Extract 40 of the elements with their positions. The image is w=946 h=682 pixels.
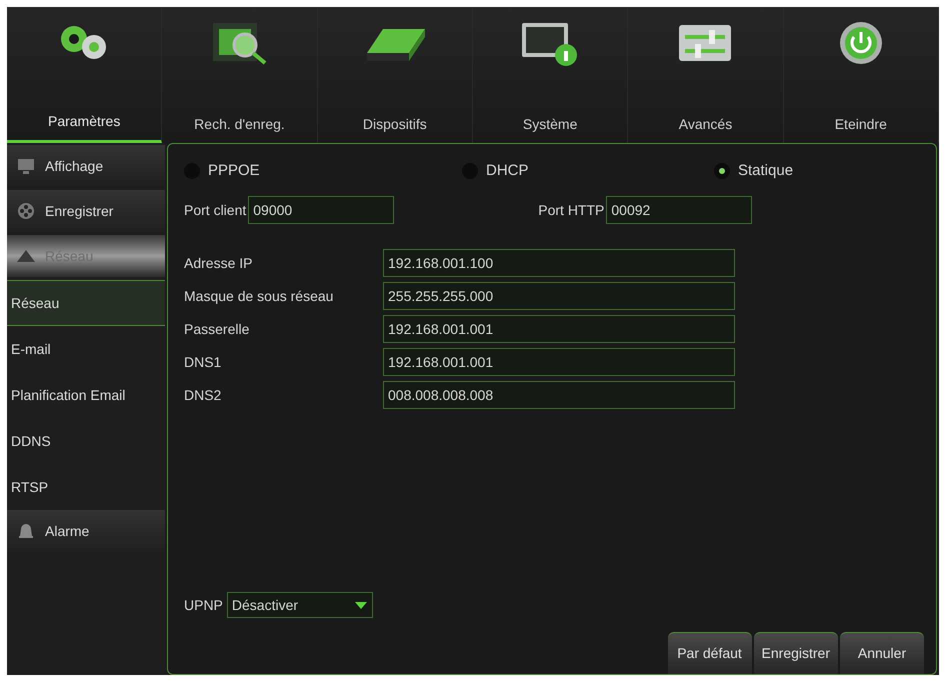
action-button[interactable]: Par défaut bbox=[668, 632, 752, 674]
radio-button[interactable] bbox=[714, 163, 730, 179]
bell-icon bbox=[17, 522, 35, 540]
field-label: DNS1 bbox=[184, 352, 222, 372]
field-label: Port HTTP bbox=[538, 200, 604, 220]
upnp-dropdown[interactable]: Désactiver bbox=[226, 592, 373, 618]
category-label: Alarme bbox=[45, 522, 90, 540]
sidebar-item[interactable]: RTSP bbox=[7, 464, 165, 510]
menu-tab[interactable]: Système bbox=[472, 7, 628, 143]
sidebar-item[interactable]: E-mail bbox=[7, 326, 165, 372]
field-label: Passerelle bbox=[184, 320, 250, 338]
action-button[interactable]: Enregistrer bbox=[754, 632, 838, 674]
menu-tab[interactable]: Avancés bbox=[628, 7, 784, 143]
field-label: DNS2 bbox=[184, 386, 222, 404]
network-icon bbox=[17, 250, 35, 262]
address-field[interactable]: 192.168.001.100 bbox=[383, 249, 735, 277]
menu-tab[interactable]: Eteindre bbox=[784, 7, 939, 143]
sidebar-item[interactable]: DDNS bbox=[7, 418, 165, 464]
port-field[interactable]: 09000 bbox=[248, 196, 394, 224]
category-label: Affichage bbox=[45, 156, 104, 176]
field-label: Adresse IP bbox=[184, 254, 254, 272]
sidebar-item[interactable]: Planification Email bbox=[7, 372, 165, 418]
field-label: Masque de sous réseau bbox=[184, 286, 334, 306]
menu-tab[interactable]: Rech. d'enreg. bbox=[162, 7, 318, 143]
menu-tab[interactable]: Dispositifs bbox=[318, 7, 473, 143]
category-label: Enregistrer bbox=[45, 202, 114, 221]
radio-label: DHCP bbox=[486, 160, 529, 181]
reel-icon bbox=[17, 202, 35, 220]
monitor-icon bbox=[17, 157, 35, 175]
address-field[interactable]: 192.168.001.001 bbox=[383, 348, 735, 376]
field-label: Port client bbox=[184, 200, 246, 220]
address-field[interactable]: 008.008.008.008 bbox=[383, 381, 735, 409]
sidebar-item[interactable]: Réseau bbox=[7, 280, 165, 326]
radio-label: PPPOE bbox=[208, 160, 260, 181]
address-field[interactable]: 192.168.001.001 bbox=[383, 315, 735, 343]
port-field[interactable]: 00092 bbox=[606, 196, 752, 224]
action-button[interactable]: Annuler bbox=[840, 632, 924, 674]
field-label: UPNP bbox=[184, 596, 223, 614]
address-field[interactable]: 255.255.255.000 bbox=[383, 282, 735, 310]
radio-label: Statique bbox=[738, 160, 794, 181]
